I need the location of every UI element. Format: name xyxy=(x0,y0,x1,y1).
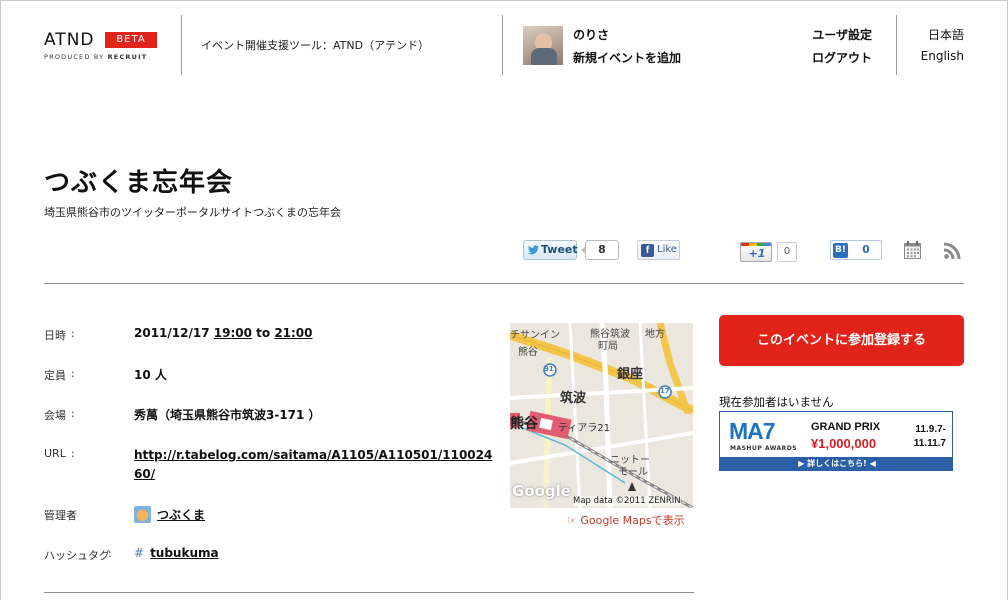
map-label-tiara: ティアラ21 xyxy=(558,423,611,434)
facebook-icon: f xyxy=(641,244,654,257)
hashtag-label-text: ハッシュタグ xyxy=(44,549,110,562)
label-colon: : xyxy=(71,327,75,340)
section-divider xyxy=(44,283,964,284)
url-label-text: URL xyxy=(44,447,66,460)
datetime-label-text: 日時 xyxy=(44,329,66,342)
route-17-label: 17 xyxy=(660,387,670,395)
hashtag-link[interactable]: tubukuma xyxy=(150,546,219,560)
event-subtitle: 埼玉県熊谷市のツイッターポータルサイトつぶくまの忘年会 xyxy=(44,206,341,219)
logo-text: ATND xyxy=(44,30,95,50)
map-attribution: Map data ©2011 ZENRIN xyxy=(573,496,681,506)
event-map[interactable]: チサンイン 熊谷筑波 町局 地方 熊谷 銀座 筑波 91 17 熊谷 ティアラ2… xyxy=(510,323,693,508)
owner-value: つぶくま xyxy=(134,506,205,523)
user-name-link[interactable]: のりさ xyxy=(573,26,609,43)
route-91-label: 91 xyxy=(544,365,554,373)
calendar-icon[interactable] xyxy=(904,241,921,259)
atnd-logo[interactable]: ATND BETA PRODUCED BY RECRUIT xyxy=(44,30,160,64)
twitter-bird-icon xyxy=(528,245,539,255)
datetime-value: 2011/12/17 19:00 to 21:00 xyxy=(134,326,313,340)
capacity-value: 10 人 xyxy=(134,368,167,382)
plus-one-label: +1 xyxy=(748,247,766,260)
venue-value: 秀萬（埼玉県熊谷市筑波3-171 ） xyxy=(134,408,321,422)
tweet-count[interactable]: 8 xyxy=(581,240,619,260)
map-label-chihou: 地方 xyxy=(645,329,665,340)
header-divider xyxy=(181,15,182,75)
language-english-link[interactable]: English xyxy=(918,49,964,63)
logo-sub-brand: RECRUIT xyxy=(107,53,148,61)
like-label: Like xyxy=(657,244,677,255)
language-japanese-link[interactable]: 日本語 xyxy=(918,26,964,43)
capacity-label: 定員: xyxy=(44,367,124,383)
grand-prix-label: GRAND PRIX xyxy=(811,421,881,433)
avatar-body xyxy=(531,48,557,65)
prize-amount: ¥1,000,000 xyxy=(811,436,877,451)
site-tagline: イベント開催支援ツール：ATND（アテンド） xyxy=(201,39,430,52)
logo-sub-prefix: PRODUCED BY xyxy=(44,53,105,61)
time-separator: to xyxy=(256,326,271,340)
map-label-station: 熊谷 xyxy=(510,416,538,432)
facebook-like-button[interactable]: f Like xyxy=(637,240,680,260)
map-label-nitto-2: モール xyxy=(618,467,648,478)
url-label: URL: xyxy=(44,447,124,460)
mashup-awards-label: MASHUP AWARDS xyxy=(730,445,798,452)
header-divider xyxy=(896,15,897,75)
map-label-tsukuba: 筑波 xyxy=(560,391,587,406)
ma7-logo-seven: 7 xyxy=(762,418,776,444)
event-date: 2011/12/17 xyxy=(134,326,210,340)
label-colon: : xyxy=(108,547,112,560)
hatena-bookmark-button[interactable]: B! 0 xyxy=(830,240,882,260)
user-avatar[interactable] xyxy=(523,26,563,65)
participants-status: 現在参加者はいません xyxy=(719,395,834,409)
plus-one-count: 0 xyxy=(777,242,797,262)
hatena-bookmark-count: 0 xyxy=(862,243,870,256)
hash-mark: # xyxy=(134,546,145,560)
start-time-link[interactable]: 19:00 xyxy=(214,326,252,340)
capacity-label-text: 定員 xyxy=(44,369,66,382)
add-event-link[interactable]: 新規イベントを追加 xyxy=(573,49,681,66)
label-colon: : xyxy=(71,507,75,520)
label-colon: : xyxy=(71,367,75,380)
owner-avatar-icon[interactable] xyxy=(134,506,151,523)
rss-icon[interactable] xyxy=(944,242,961,259)
event-title: つぶくま忘年会 xyxy=(44,168,234,198)
award-dates: 11.9.7- 11.11.7 xyxy=(908,423,946,451)
beta-badge: BETA xyxy=(105,32,157,48)
mashup-awards-banner[interactable]: MA7 MASHUP AWARDS GRAND PRIX ¥1,000,000 … xyxy=(719,411,953,471)
logout-link[interactable]: ログアウト xyxy=(808,49,872,66)
map-label-machikyoku: 町局 xyxy=(598,341,618,352)
logo-produced-by: PRODUCED BY RECRUIT xyxy=(44,53,147,61)
banner-details-link[interactable]: ▶ 詳しくはこちら! ◀ xyxy=(720,457,952,470)
label-colon: : xyxy=(71,407,75,420)
header-divider xyxy=(502,15,503,75)
google-maps-link[interactable]: ☞ Google Mapsで表示 xyxy=(567,512,685,528)
map-label-ginza: 銀座 xyxy=(617,367,644,382)
venue-label: 会場: xyxy=(44,407,124,423)
label-colon: : xyxy=(71,447,75,460)
datetime-label: 日時: xyxy=(44,327,124,343)
hashtag-label: ハッシュタグ: xyxy=(44,547,124,563)
hashtag-value: # tubukuma xyxy=(134,546,219,560)
map-label-station-north: 熊谷 xyxy=(518,347,538,358)
venue-label-text: 会場 xyxy=(44,409,66,422)
tweet-label: Tweet xyxy=(541,243,578,256)
award-date-end: 11.11.7 xyxy=(913,438,946,449)
user-settings-link[interactable]: ユーザ設定 xyxy=(808,26,872,43)
owner-label: 管理者: xyxy=(44,507,124,523)
tweet-button[interactable]: Tweet xyxy=(523,240,578,260)
ma7-logo: MA7 xyxy=(729,418,776,445)
owner-link[interactable]: つぶくま xyxy=(157,508,205,522)
event-url-link[interactable]: http://r.tabelog.com/saitama/A1105/A1105… xyxy=(134,446,496,484)
google-logo: Google xyxy=(512,482,571,500)
ma7-logo-ma: MA xyxy=(729,418,764,444)
map-label-sunshine: チサンイン xyxy=(510,330,560,341)
award-date-start: 11.9.7- xyxy=(915,424,946,435)
section-divider-bottom xyxy=(44,592,694,593)
register-event-button[interactable]: このイベントに参加登録する xyxy=(719,315,964,366)
google-plus-one-button[interactable]: +1 xyxy=(740,242,772,262)
hatena-bookmark-icon: B! xyxy=(833,243,848,258)
end-time-link[interactable]: 21:00 xyxy=(274,326,312,340)
